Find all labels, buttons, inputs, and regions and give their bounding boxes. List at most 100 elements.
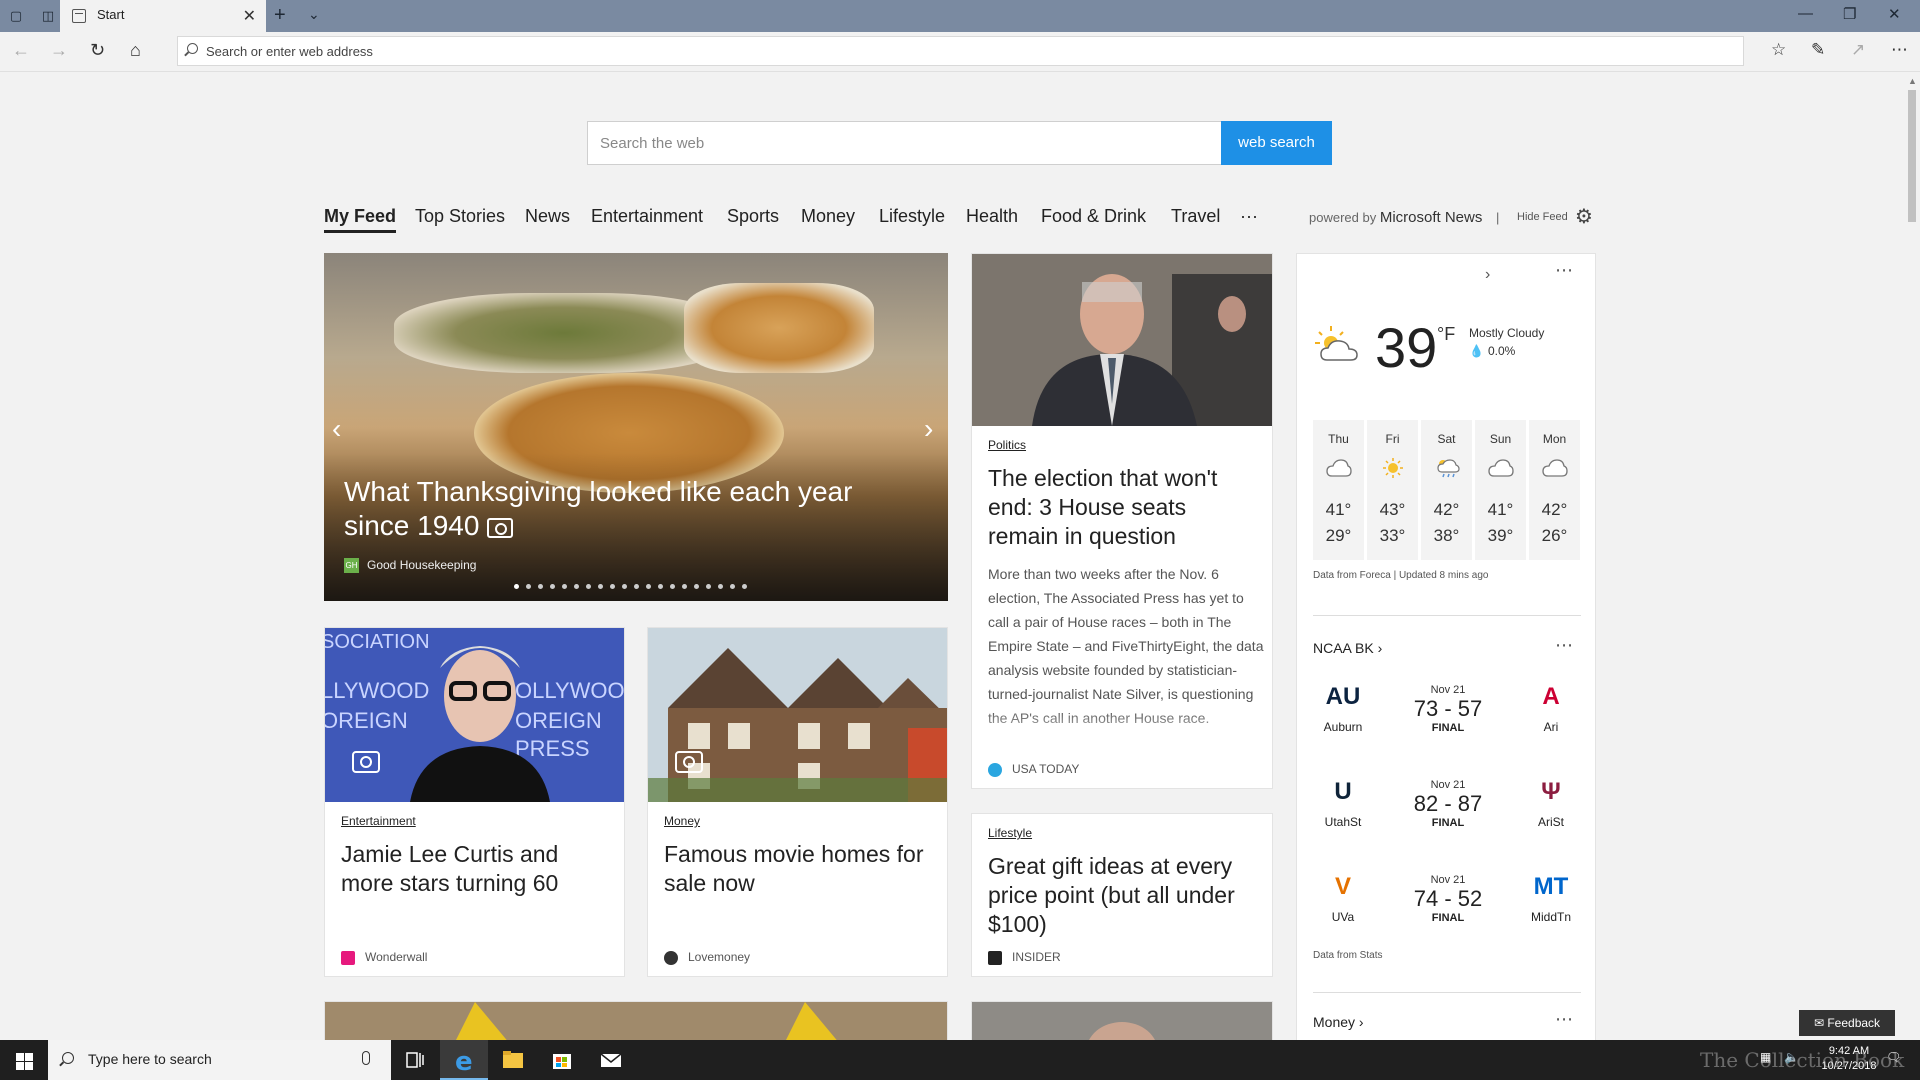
web-search-input[interactable] [588, 122, 1221, 164]
tab-travel[interactable]: Travel [1171, 206, 1220, 227]
file-explorer-icon[interactable] [489, 1040, 537, 1080]
carousel-next-icon[interactable]: › [924, 413, 933, 445]
article-title[interactable]: The election that won't end: 3 House sea… [988, 464, 1258, 551]
carousel-dot[interactable] [538, 584, 543, 589]
carousel-dot[interactable] [514, 584, 519, 589]
hero-carousel[interactable]: ‹ › What Thanksgiving looked like each y… [324, 253, 948, 601]
carousel-dot[interactable] [634, 584, 639, 589]
carousel-dot[interactable] [550, 584, 555, 589]
carousel-dot[interactable] [658, 584, 663, 589]
restore-button[interactable]: ❐ [1843, 5, 1856, 23]
carousel-dot[interactable] [694, 584, 699, 589]
team-away[interactable]: A Ari [1521, 680, 1581, 734]
tab-health[interactable]: Health [966, 206, 1018, 227]
mail-icon[interactable] [587, 1040, 635, 1080]
team-home[interactable]: AU Auburn [1313, 680, 1373, 734]
tab-preview-icon[interactable]: ◫ [40, 8, 56, 24]
carousel-dot[interactable] [562, 584, 567, 589]
current-temperature[interactable]: 39 [1375, 318, 1437, 378]
game-score[interactable]: U UtahSt Nov 21 82 - 87 FINAL Ψ AriSt [1313, 771, 1581, 851]
article-card-lifestyle[interactable]: Lifestyle Great gift ideas at every pric… [971, 813, 1273, 977]
web-search-button[interactable]: web search [1221, 121, 1332, 165]
carousel-prev-icon[interactable]: ‹ [332, 413, 341, 445]
refresh-button[interactable]: ↻ [90, 40, 105, 61]
team-home[interactable]: U UtahSt [1313, 775, 1373, 829]
start-button[interactable] [0, 1040, 48, 1080]
team-away[interactable]: MT MiddTn [1521, 870, 1581, 924]
powered-brand[interactable]: Microsoft News [1380, 209, 1483, 226]
favorites-icon[interactable]: ☆ [1771, 40, 1786, 60]
carousel-dot[interactable] [574, 584, 579, 589]
game-score[interactable]: AU Auburn Nov 21 73 - 57 FINAL A Ari [1313, 676, 1581, 756]
article-title[interactable]: Famous movie homes for sale now [664, 840, 934, 898]
new-tab-button[interactable]: + [274, 4, 286, 27]
article-title[interactable]: Great gift ideas at every price point (b… [988, 852, 1264, 939]
edge-icon[interactable]: e [440, 1040, 488, 1080]
taskbar-search-placeholder[interactable]: Type here to search [88, 1051, 212, 1067]
weather-source[interactable]: Data from Foreca | Updated 8 mins ago [1313, 570, 1488, 581]
close-tab-icon[interactable]: ✕ [243, 6, 256, 26]
forward-button[interactable]: → [50, 40, 68, 61]
team-away[interactable]: Ψ AriSt [1521, 775, 1581, 829]
carousel-dot[interactable] [730, 584, 735, 589]
carousel-dot[interactable] [670, 584, 675, 589]
article-category[interactable]: Lifestyle [988, 826, 1032, 840]
tab-more-icon[interactable]: ··· [1240, 206, 1258, 227]
money-title[interactable]: Money [1313, 1014, 1355, 1030]
forecast-day[interactable]: Sun 41° 39° [1475, 420, 1526, 560]
chevron-right-icon[interactable]: › [1485, 266, 1490, 284]
game-score[interactable]: V UVa Nov 21 74 - 52 FINAL MT MiddTn [1313, 866, 1581, 946]
carousel-dot[interactable] [646, 584, 651, 589]
article-card-entertainment[interactable]: SOCIATION LLYWOOD OREIGN OLLYWOOD OREIGN… [324, 627, 625, 977]
tab-top-stories[interactable]: Top Stories [415, 206, 505, 227]
vertical-scrollbar[interactable]: ▲ [1904, 72, 1920, 1040]
hide-feed-link[interactable]: Hide Feed [1517, 211, 1568, 223]
tabs-aside-icon[interactable]: ▢ [8, 8, 24, 24]
team-home[interactable]: V UVa [1313, 870, 1373, 924]
scrollbar-thumb[interactable] [1908, 90, 1916, 222]
forecast-day[interactable]: Sat 42° 38° [1421, 420, 1472, 560]
more-options-icon[interactable]: ⋯ [1555, 635, 1574, 656]
stats-source[interactable]: Data from Stats [1313, 950, 1382, 961]
microphone-icon[interactable] [362, 1051, 370, 1065]
more-options-icon[interactable]: ⋯ [1555, 260, 1574, 281]
tab-my-feed[interactable]: My Feed [324, 206, 397, 233]
carousel-dot[interactable] [706, 584, 711, 589]
carousel-dot[interactable] [610, 584, 615, 589]
article-category[interactable]: Politics [988, 438, 1026, 452]
scroll-up-icon[interactable]: ▲ [1908, 76, 1917, 86]
task-view-icon[interactable] [391, 1040, 439, 1080]
carousel-dot[interactable] [742, 584, 747, 589]
store-icon[interactable] [538, 1040, 586, 1080]
address-bar[interactable] [177, 36, 1744, 66]
temperature-unit[interactable]: °F [1437, 324, 1455, 345]
article-category[interactable]: Entertainment [341, 814, 416, 828]
article-card-partial-2[interactable] [971, 1001, 1273, 1040]
carousel-dot[interactable] [682, 584, 687, 589]
back-button[interactable]: ← [12, 40, 30, 61]
close-window-button[interactable]: ✕ [1888, 5, 1901, 23]
more-menu-icon[interactable]: ⋯ [1891, 40, 1908, 60]
article-card-politics[interactable]: Politics The election that won't end: 3 … [971, 253, 1273, 789]
feedback-button[interactable]: ✉ Feedback [1799, 1010, 1895, 1036]
pen-icon[interactable]: ✎ [1811, 40, 1825, 60]
share-icon[interactable]: ↗ [1851, 40, 1865, 60]
tab-entertainment[interactable]: Entertainment [591, 206, 703, 227]
taskbar-search[interactable]: Type here to search [48, 1040, 391, 1080]
ncaa-title[interactable]: NCAA BK [1313, 640, 1374, 656]
carousel-dot[interactable] [586, 584, 591, 589]
article-category[interactable]: Money [664, 814, 700, 828]
carousel-dot[interactable] [718, 584, 723, 589]
carousel-dot[interactable] [526, 584, 531, 589]
forecast-day[interactable]: Mon 42° 26° [1529, 420, 1580, 560]
gear-icon[interactable]: ⚙ [1575, 204, 1593, 229]
hero-headline-text[interactable]: What Thanksgiving looked like each year … [344, 476, 852, 541]
browser-tab[interactable]: Start ✕ [60, 0, 266, 32]
carousel-dot[interactable] [598, 584, 603, 589]
tab-sports[interactable]: Sports [727, 206, 779, 227]
minimize-button[interactable]: — [1798, 5, 1813, 22]
tab-food-drink[interactable]: Food & Drink [1041, 206, 1146, 227]
address-input[interactable] [206, 42, 1606, 60]
forecast-day[interactable]: Fri 43° 33° [1367, 420, 1418, 560]
home-button[interactable]: ⌂ [130, 40, 141, 61]
